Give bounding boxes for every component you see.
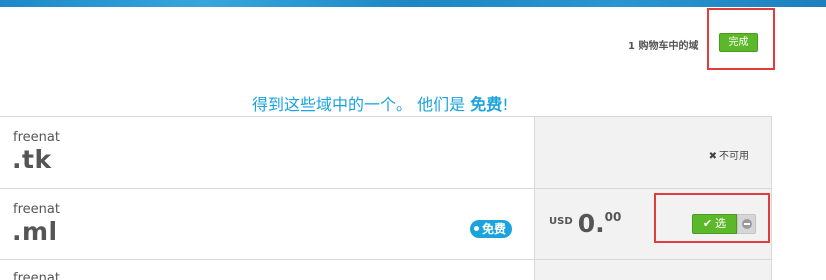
top-banner [0, 0, 826, 7]
domain-row: freenat [0, 260, 771, 280]
unavailable-status: ✖ 不可用 [709, 147, 749, 162]
domain-table: freenat .tk ✖ 不可用 freenat .ml 免费 USD 0.00… [0, 116, 772, 280]
cart-count: 1 购物车中的域 [628, 41, 699, 52]
price: USD 0.00 [549, 209, 621, 238]
price-currency: USD [549, 216, 573, 227]
domain-info-cell: freenat .ml 免费 [0, 189, 534, 259]
domain-row: freenat .ml 免费 USD 0.00 ✔ 选 [0, 189, 771, 260]
select-label: 选 [715, 217, 727, 230]
price-integer: 0. [577, 209, 605, 238]
dot-icon [474, 226, 479, 231]
minus-circle-icon [742, 219, 752, 229]
price-decimal: 00 [604, 210, 622, 224]
select-button[interactable]: ✔ 选 [692, 214, 737, 234]
domain-name: freenat [13, 202, 60, 217]
done-button[interactable]: 完成 [719, 33, 758, 52]
unavailable-label: 不可用 [719, 151, 749, 162]
domain-info-cell: freenat [0, 260, 534, 280]
promo-heading: 得到这些域中的一个。 他们是 免费! [252, 91, 509, 115]
domain-action-cell [534, 260, 771, 280]
x-icon: ✖ [708, 151, 717, 162]
free-badge: 免费 [470, 220, 513, 238]
free-badge-label: 免费 [482, 222, 507, 236]
promo-free-word: 免费 [470, 95, 503, 114]
domain-action-cell: ✖ 不可用 [534, 117, 771, 188]
domain-name: freenat [13, 130, 60, 145]
promo-suffix: ! [502, 95, 509, 114]
remove-button[interactable] [737, 214, 756, 234]
promo-text: 得到这些域中的一个。 他们是 [252, 95, 471, 114]
domain-name: freenat [13, 271, 60, 280]
domain-info-cell: freenat .tk [0, 117, 534, 188]
domain-tld: .ml [12, 217, 58, 246]
domain-tld: .tk [12, 145, 52, 174]
domain-action-cell: USD 0.00 ✔ 选 [534, 189, 771, 259]
domain-row: freenat .tk ✖ 不可用 [0, 117, 771, 189]
check-icon: ✔ [702, 217, 713, 230]
